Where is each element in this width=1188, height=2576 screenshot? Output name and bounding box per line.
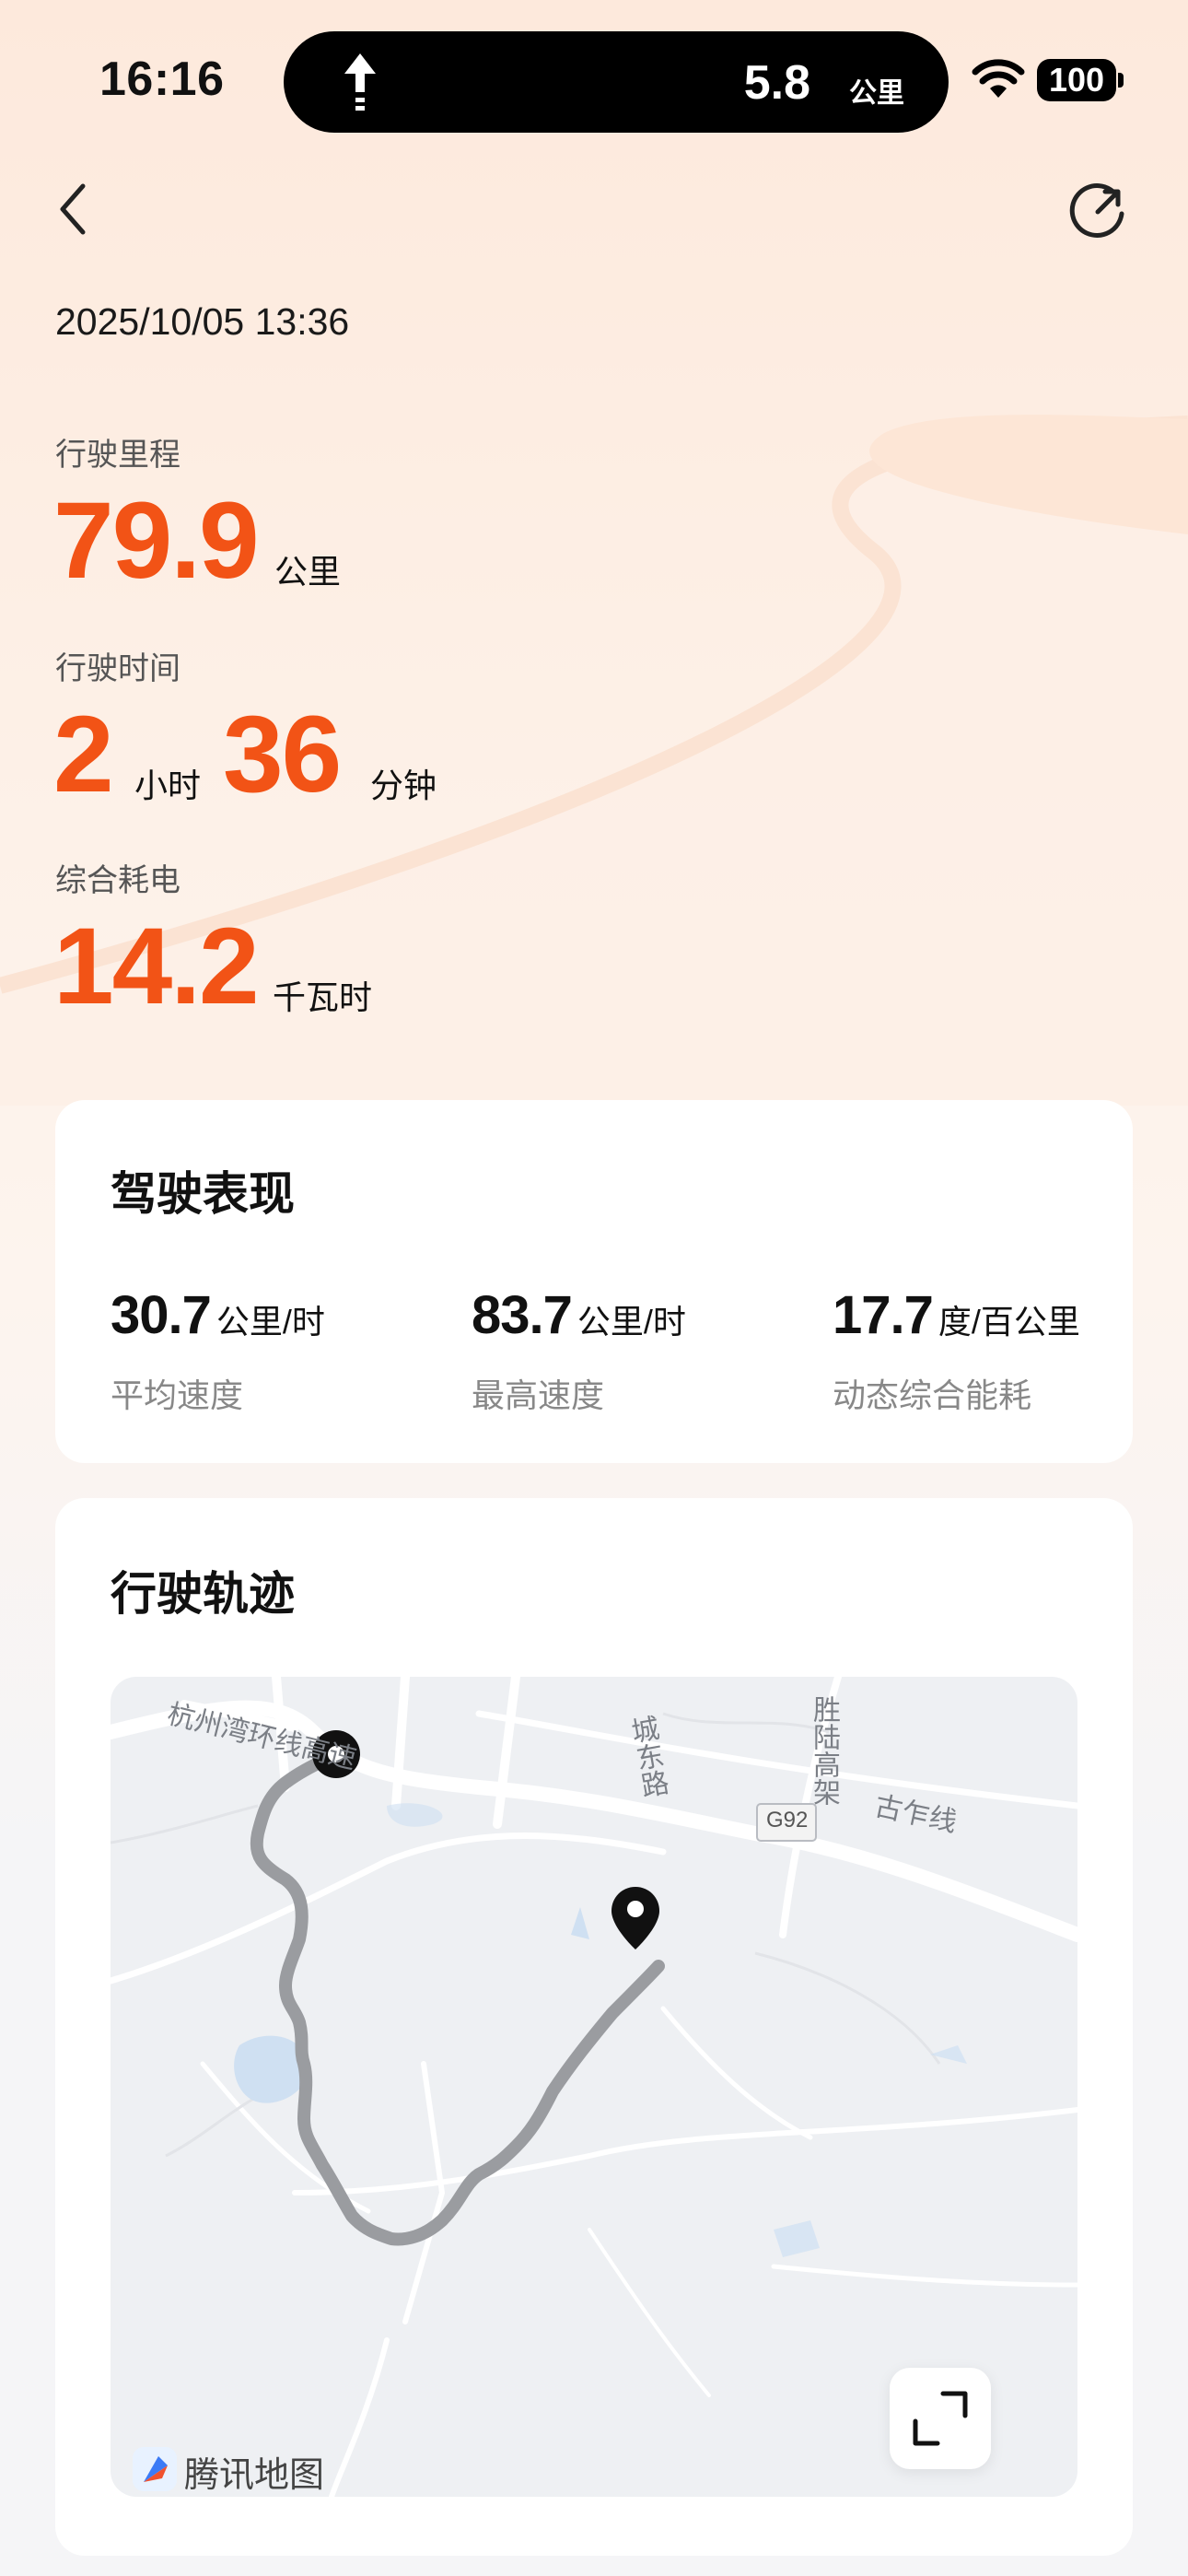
energy-label: 综合耗电	[55, 863, 181, 898]
battery-indicator: 100	[1037, 59, 1116, 101]
expand-map-button[interactable]	[890, 2368, 991, 2469]
minutes-unit: 分钟	[370, 767, 437, 804]
hours-value: 2	[53, 694, 114, 815]
end-marker	[611, 1887, 659, 1950]
max-speed-value: 83.7	[472, 1285, 573, 1345]
navigation-island[interactable]: 5.8 公里	[284, 31, 949, 133]
tencent-map-logo-icon	[133, 2447, 177, 2491]
energy-rate-stat: 17.7 度/百公里 动态综合能耗	[833, 1284, 1080, 1414]
drive-time-label: 行驶时间	[55, 651, 181, 686]
max-speed-stat: 83.7 公里/时 最高速度	[472, 1284, 686, 1414]
map-label-shenglu-elevated: 胜陆高架	[809, 1695, 839, 1806]
battery-tip	[1118, 73, 1124, 88]
energy-rate-unit: 度/百公里	[938, 1303, 1080, 1341]
nav-distance: 5.8	[743, 56, 810, 110]
avg-speed-label: 平均速度	[111, 1376, 244, 1414]
distance-value: 79.9	[53, 480, 260, 602]
avg-speed-value: 30.7	[111, 1285, 212, 1345]
max-speed-unit: 公里/时	[577, 1303, 686, 1341]
route-path	[250, 1748, 665, 2246]
energy-unit: 千瓦时	[273, 978, 373, 1016]
distance-label: 行驶里程	[55, 438, 181, 473]
map-label-g92: G92	[766, 1808, 809, 1832]
wifi-icon	[972, 59, 1025, 98]
energy-rate-label: 动态综合能耗	[833, 1376, 1032, 1414]
nav-distance-unit: 公里	[849, 78, 904, 109]
minutes-value: 36	[223, 694, 342, 815]
share-icon[interactable]	[1065, 177, 1131, 243]
map-provider-label: 腾讯地图	[184, 2456, 325, 2495]
trip-datetime: 2025/10/05 13:36	[55, 300, 350, 343]
max-speed-label: 最高速度	[472, 1376, 605, 1414]
expand-icon	[913, 2391, 968, 2446]
performance-card: 驾驶表现 30.7 公里/时 平均速度 83.7 公里/时 最高速度 17.7 度/百…	[55, 1100, 1133, 1463]
straight-arrow-icon	[344, 53, 376, 111]
avg-speed-stat: 30.7 公里/时 平均速度	[111, 1284, 325, 1414]
energy-value: 14.2	[53, 906, 260, 1027]
status-time: 16:16	[99, 53, 225, 106]
back-button[interactable]	[48, 175, 99, 243]
hours-unit: 小时	[134, 767, 202, 804]
avg-speed-unit: 公里/时	[215, 1303, 325, 1341]
distance-unit: 公里	[274, 553, 342, 591]
performance-title: 驾驶表现	[111, 1168, 295, 1220]
energy-rate-value: 17.7	[833, 1285, 934, 1345]
trajectory-title: 行驶轨迹	[111, 1568, 295, 1620]
